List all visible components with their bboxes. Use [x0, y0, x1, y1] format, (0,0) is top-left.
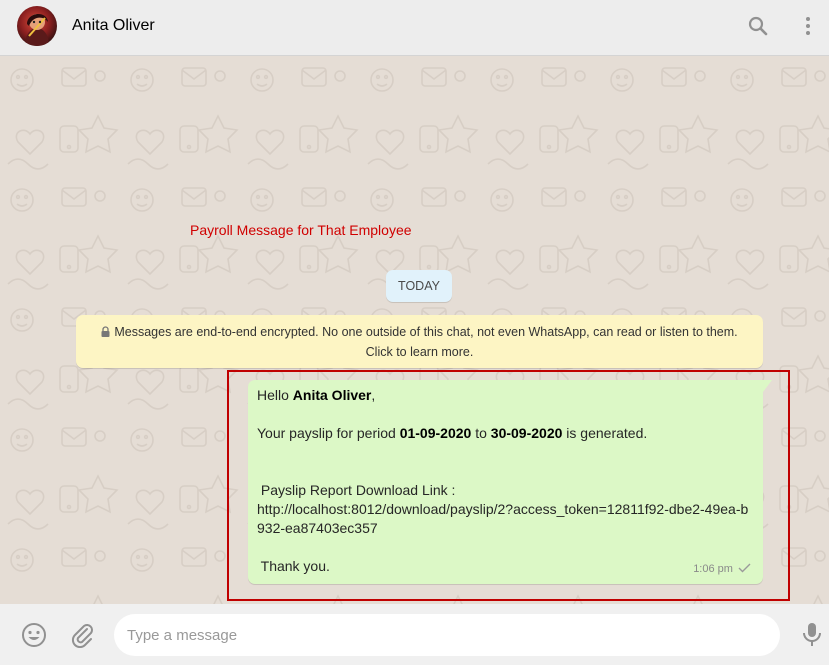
- chat-area[interactable]: Payroll Message for That Employee TODAY …: [0, 56, 829, 604]
- contact-avatar[interactable]: [17, 6, 57, 46]
- learn-more-link[interactable]: Click to learn more.: [76, 342, 763, 362]
- encryption-notice-line1: Messages are end-to-end encrypted. No on…: [76, 322, 763, 342]
- contact-name[interactable]: Anita Oliver: [72, 17, 155, 35]
- encryption-text: Messages are end-to-end encrypted. No on…: [114, 325, 738, 339]
- message-input[interactable]: [114, 614, 780, 656]
- encryption-notice[interactable]: Messages are end-to-end encrypted. No on…: [76, 315, 763, 368]
- page-title: Payroll Message for That Employee: [190, 222, 412, 238]
- attach-icon[interactable]: [70, 622, 94, 653]
- search-icon[interactable]: [746, 14, 770, 38]
- date-divider: TODAY: [386, 270, 452, 302]
- chat-header: Anita Oliver: [0, 0, 829, 56]
- microphone-icon[interactable]: [801, 622, 823, 653]
- emoji-icon[interactable]: [21, 622, 47, 653]
- message-highlight-box: [227, 370, 790, 601]
- lock-icon: [101, 326, 110, 337]
- message-composer: [0, 604, 829, 665]
- menu-dots-icon[interactable]: [796, 14, 820, 38]
